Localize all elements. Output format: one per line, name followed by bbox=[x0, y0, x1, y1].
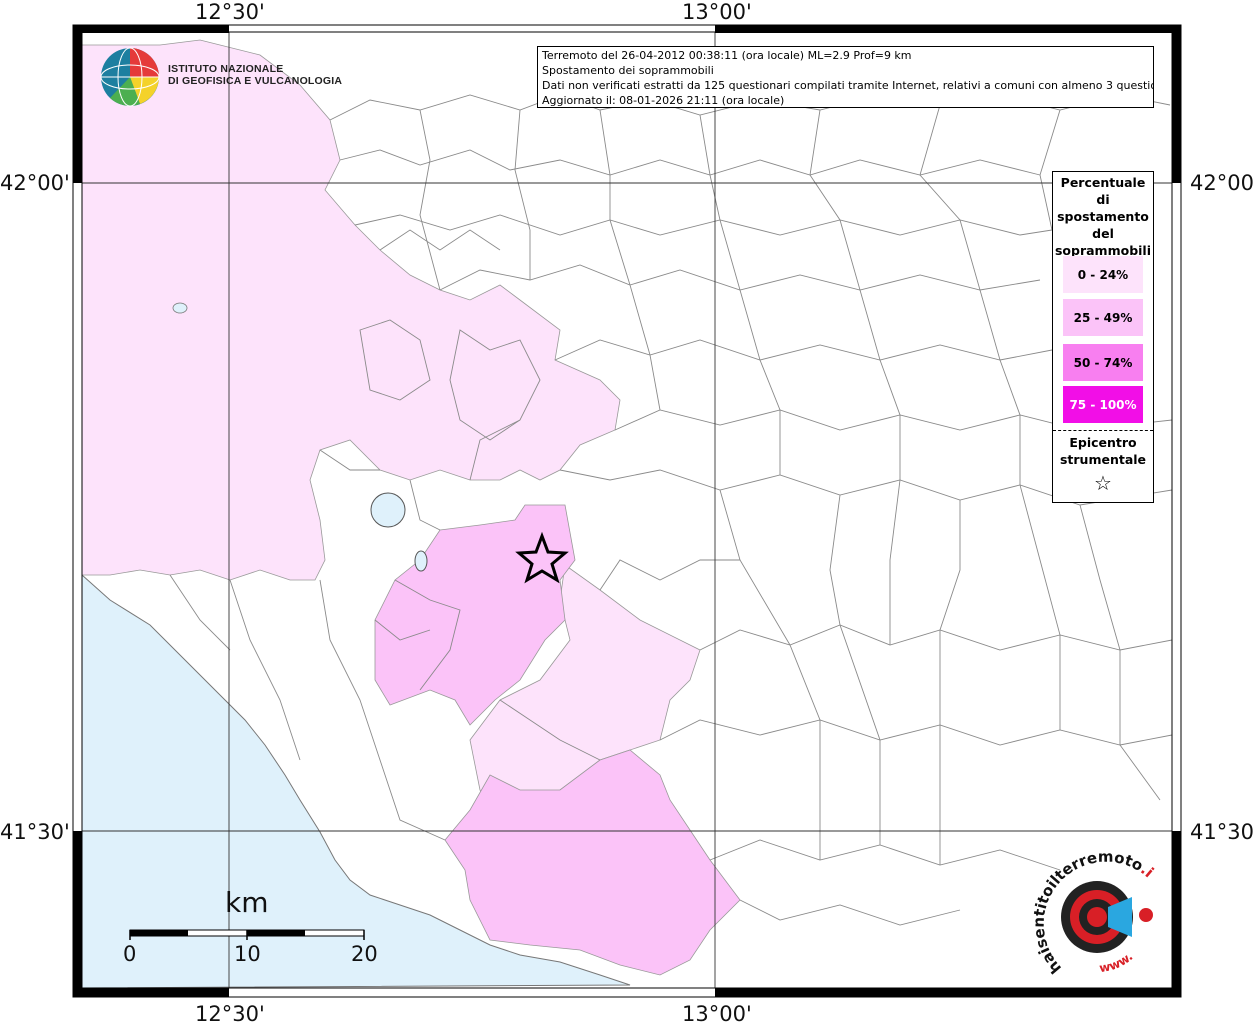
badge-www-text: www. bbox=[1098, 949, 1135, 975]
badge-text-ext: .it bbox=[0, 0, 1157, 881]
badge-text-www: www. bbox=[1098, 949, 1135, 975]
badge-text-layer: haisentitoilterremoto.it www. bbox=[0, 0, 1157, 977]
badge-main-text: haisentitoilterremoto.it bbox=[0, 0, 1157, 977]
